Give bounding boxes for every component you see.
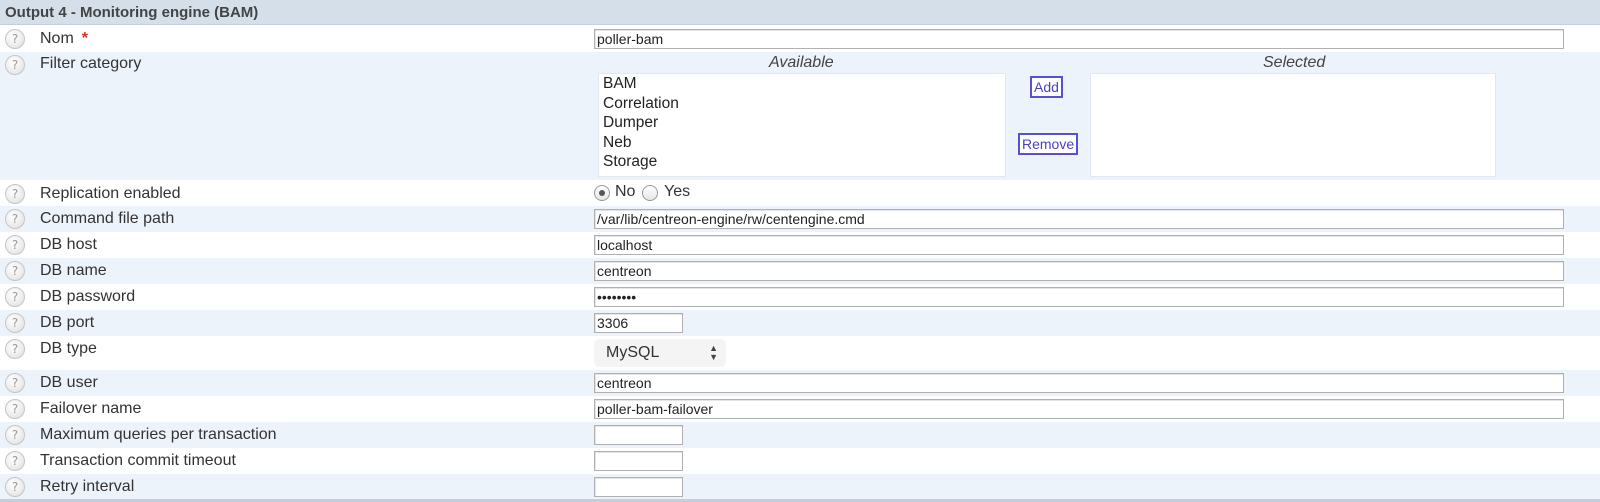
command-file-path-input[interactable]: /var/lib/centreon-engine/rw/centengine.c… <box>594 209 1564 229</box>
retry-interval-input[interactable] <box>594 477 683 497</box>
row-db-name: ? DB name centreon <box>0 258 1600 284</box>
field-label-db-host: DB host <box>40 236 97 253</box>
list-item[interactable]: BAM <box>599 74 1005 94</box>
db-type-value: MySQL <box>606 344 660 361</box>
help-question-icon[interactable]: ? <box>5 399 25 419</box>
help-question-icon[interactable]: ? <box>5 339 25 359</box>
list-item[interactable]: Storage <box>599 152 1005 172</box>
row-db-user: ? DB user centreon <box>0 370 1600 396</box>
replication-no-label: No <box>615 183 636 200</box>
row-commit-timeout: ? Transaction commit timeout <box>0 448 1600 474</box>
selected-caption: Selected <box>1263 54 1326 71</box>
list-item[interactable]: Neb <box>599 133 1005 153</box>
nom-input[interactable]: poller-bam <box>594 29 1564 49</box>
db-type-select[interactable]: MySQL ▲ ▼ <box>594 339 726 367</box>
field-label-db-port: DB port <box>40 314 95 331</box>
replication-no-radio[interactable] <box>594 185 610 201</box>
list-item[interactable]: Correlation <box>599 94 1005 114</box>
field-label-db-type: DB type <box>40 340 97 357</box>
replication-yes-radio[interactable] <box>642 185 658 201</box>
row-filter-category: ? Filter category Available Selected BAM… <box>0 52 1600 180</box>
help-question-icon[interactable]: ? <box>5 477 25 497</box>
field-label-max-queries: Maximum queries per transaction <box>40 426 277 443</box>
help-question-icon[interactable]: ? <box>5 235 25 255</box>
field-label-db-name: DB name <box>40 262 107 279</box>
help-question-icon[interactable]: ? <box>5 451 25 471</box>
required-asterisk: * <box>81 30 89 47</box>
row-db-type: ? DB type MySQL ▲ ▼ <box>0 336 1600 370</box>
field-label-nom: Nom * <box>40 29 88 49</box>
row-db-port: ? DB port 3306 <box>0 310 1600 336</box>
row-command-file-path: ? Command file path /var/lib/centreon-en… <box>0 206 1600 232</box>
help-question-icon[interactable]: ? <box>5 425 25 445</box>
output-form: Output 4 - Monitoring engine (BAM) ? Nom… <box>0 0 1600 502</box>
db-host-input[interactable]: localhost <box>594 235 1564 255</box>
failover-name-input[interactable]: poller-bam-failover <box>594 399 1564 419</box>
field-label-commit-timeout: Transaction commit timeout <box>40 452 236 469</box>
help-question-icon[interactable]: ? <box>5 313 25 333</box>
row-retry-interval: ? Retry interval <box>0 474 1600 499</box>
help-question-icon[interactable]: ? <box>5 373 25 393</box>
max-queries-input[interactable] <box>594 425 683 445</box>
row-db-host: ? DB host localhost <box>0 232 1600 258</box>
row-failover-name: ? Failover name poller-bam-failover <box>0 396 1600 422</box>
field-label-db-password: DB password <box>40 288 136 305</box>
help-question-icon[interactable]: ? <box>5 261 25 281</box>
db-name-input[interactable]: centreon <box>594 261 1564 281</box>
help-question-icon[interactable]: ? <box>5 287 25 307</box>
help-question-icon[interactable]: ? <box>5 209 25 229</box>
help-question-icon[interactable]: ? <box>5 184 25 204</box>
db-port-input[interactable]: 3306 <box>594 313 683 333</box>
db-password-input[interactable]: •••••••• <box>594 287 1564 307</box>
replication-yes-label: Yes <box>664 183 691 200</box>
field-label-replication: Replication enabled <box>40 185 181 202</box>
help-question-icon[interactable]: ? <box>5 29 25 49</box>
field-label-db-user: DB user <box>40 374 98 391</box>
db-user-input[interactable]: centreon <box>594 373 1564 393</box>
available-list[interactable]: BAM Correlation Dumper Neb Storage <box>598 73 1006 177</box>
available-caption: Available <box>769 54 834 71</box>
field-label-failover-name: Failover name <box>40 400 142 417</box>
row-nom: ? Nom * poller-bam <box>0 26 1600 52</box>
field-label-filter-category: Filter category <box>40 55 142 72</box>
selected-list[interactable] <box>1090 73 1496 177</box>
section-header: Output 4 - Monitoring engine (BAM) <box>0 0 1600 25</box>
row-db-password: ? DB password •••••••• <box>0 284 1600 310</box>
commit-timeout-input[interactable] <box>594 451 683 471</box>
list-item[interactable]: Dumper <box>599 113 1005 133</box>
help-question-icon[interactable]: ? <box>5 55 25 75</box>
remove-button[interactable]: Remove <box>1018 133 1079 155</box>
add-button[interactable]: Add <box>1030 76 1063 98</box>
field-label-retry-interval: Retry interval <box>40 478 135 495</box>
row-max-queries: ? Maximum queries per transaction <box>0 422 1600 448</box>
label-text: Nom <box>40 30 74 47</box>
select-arrows-icon: ▲ ▼ <box>709 343 718 362</box>
field-label-command-file-path: Command file path <box>40 210 175 227</box>
row-replication: ? Replication enabled No Yes <box>0 180 1600 206</box>
